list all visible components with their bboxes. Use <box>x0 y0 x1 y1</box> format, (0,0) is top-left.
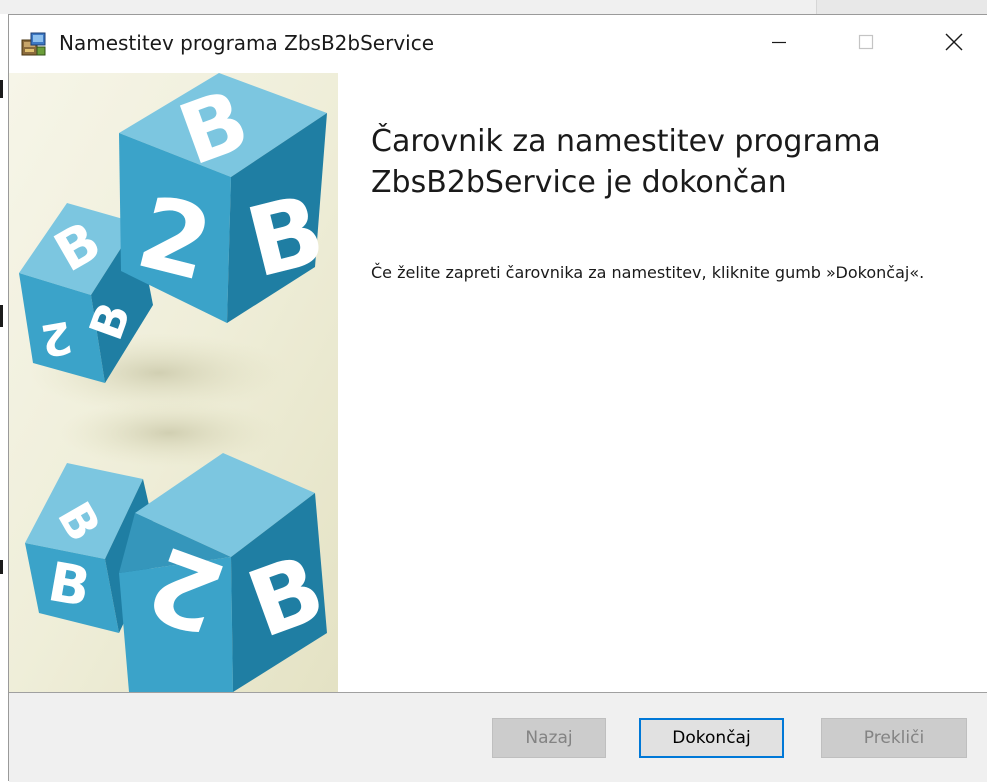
wizard-footer: Nazaj Dokončaj Prekliči <box>9 692 987 782</box>
wizard-heading: Čarovnik za namestitev programa ZbsB2bSe… <box>371 124 881 200</box>
background-window-strip <box>0 0 987 14</box>
wizard-side-image: B 2 B B 2 B B B 2 B <box>9 70 338 692</box>
wizard-body-text: Če želite zapreti čarovnika za namestite… <box>371 263 925 282</box>
background-edge-mark <box>0 80 3 98</box>
minimize-button[interactable] <box>756 23 802 65</box>
maximize-icon <box>858 34 874 54</box>
background-edge-mark <box>0 305 3 327</box>
background-edge-mark <box>0 560 3 574</box>
finish-button[interactable]: Dokončaj <box>639 718 784 758</box>
installer-window: Namestitev programa ZbsB2bService B 2 B … <box>8 14 987 782</box>
maximize-button <box>843 23 889 65</box>
close-icon <box>945 33 963 55</box>
title-bar[interactable]: Namestitev programa ZbsB2bService <box>9 15 987 73</box>
cancel-button: Prekliči <box>821 718 967 758</box>
minimize-icon <box>771 34 787 54</box>
back-button: Nazaj <box>492 718 606 758</box>
background-window-block <box>816 0 987 14</box>
installer-icon <box>21 31 47 57</box>
window-title: Namestitev programa ZbsB2bService <box>59 31 435 55</box>
wizard-content: B 2 B B 2 B B B 2 B Čarovnik za namestit… <box>9 70 987 692</box>
close-button[interactable] <box>931 23 977 65</box>
